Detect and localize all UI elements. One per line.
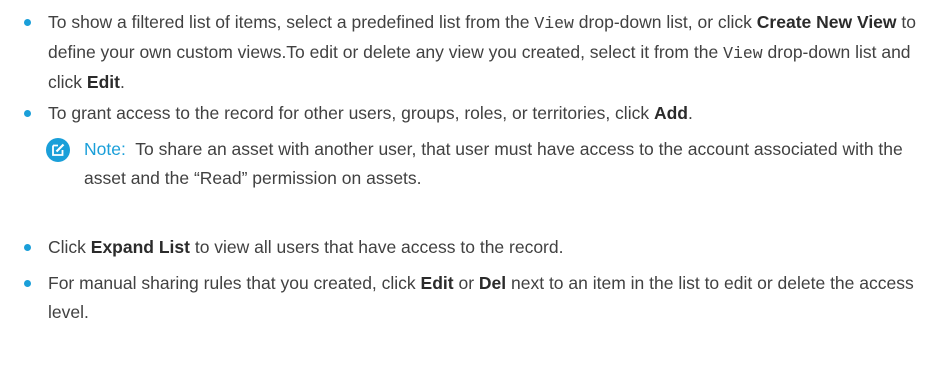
bullet-icon (24, 110, 31, 117)
list-item-text: To grant access to the record for other … (48, 103, 693, 123)
note-body: Note: To share an asset with another use… (84, 135, 936, 193)
list-item: Click Expand List to view all users that… (24, 233, 944, 262)
list-item: To show a filtered list of items, select… (24, 8, 944, 97)
bullet-icon (24, 280, 31, 287)
ui-label-create-new-view: Create New View (756, 12, 897, 32)
list-item-text: Click Expand List to view all users that… (48, 237, 564, 257)
note-label: Note: (84, 139, 126, 159)
note-text: To share an asset with another user, tha… (84, 139, 903, 188)
ui-label-edit: Edit (420, 273, 454, 293)
list-item-text: For manual sharing rules that you create… (48, 273, 914, 322)
code-view: View (534, 14, 574, 33)
note-callout: Note: To share an asset with another use… (46, 135, 936, 193)
list-item: To grant access to the record for other … (24, 99, 944, 128)
code-view: View (723, 44, 763, 63)
document-body: To show a filtered list of items, select… (0, 0, 951, 366)
ui-label-del: Del (478, 273, 507, 293)
list-item-text: To show a filtered list of items, select… (48, 12, 916, 92)
bullet-icon (24, 244, 31, 251)
list-item: For manual sharing rules that you create… (24, 269, 944, 327)
bullet-icon (24, 19, 31, 26)
ui-label-edit: Edit (86, 72, 120, 92)
edit-note-icon (46, 138, 70, 162)
ui-label-expand-list: Expand List (90, 237, 190, 257)
ui-label-add: Add (653, 103, 688, 123)
